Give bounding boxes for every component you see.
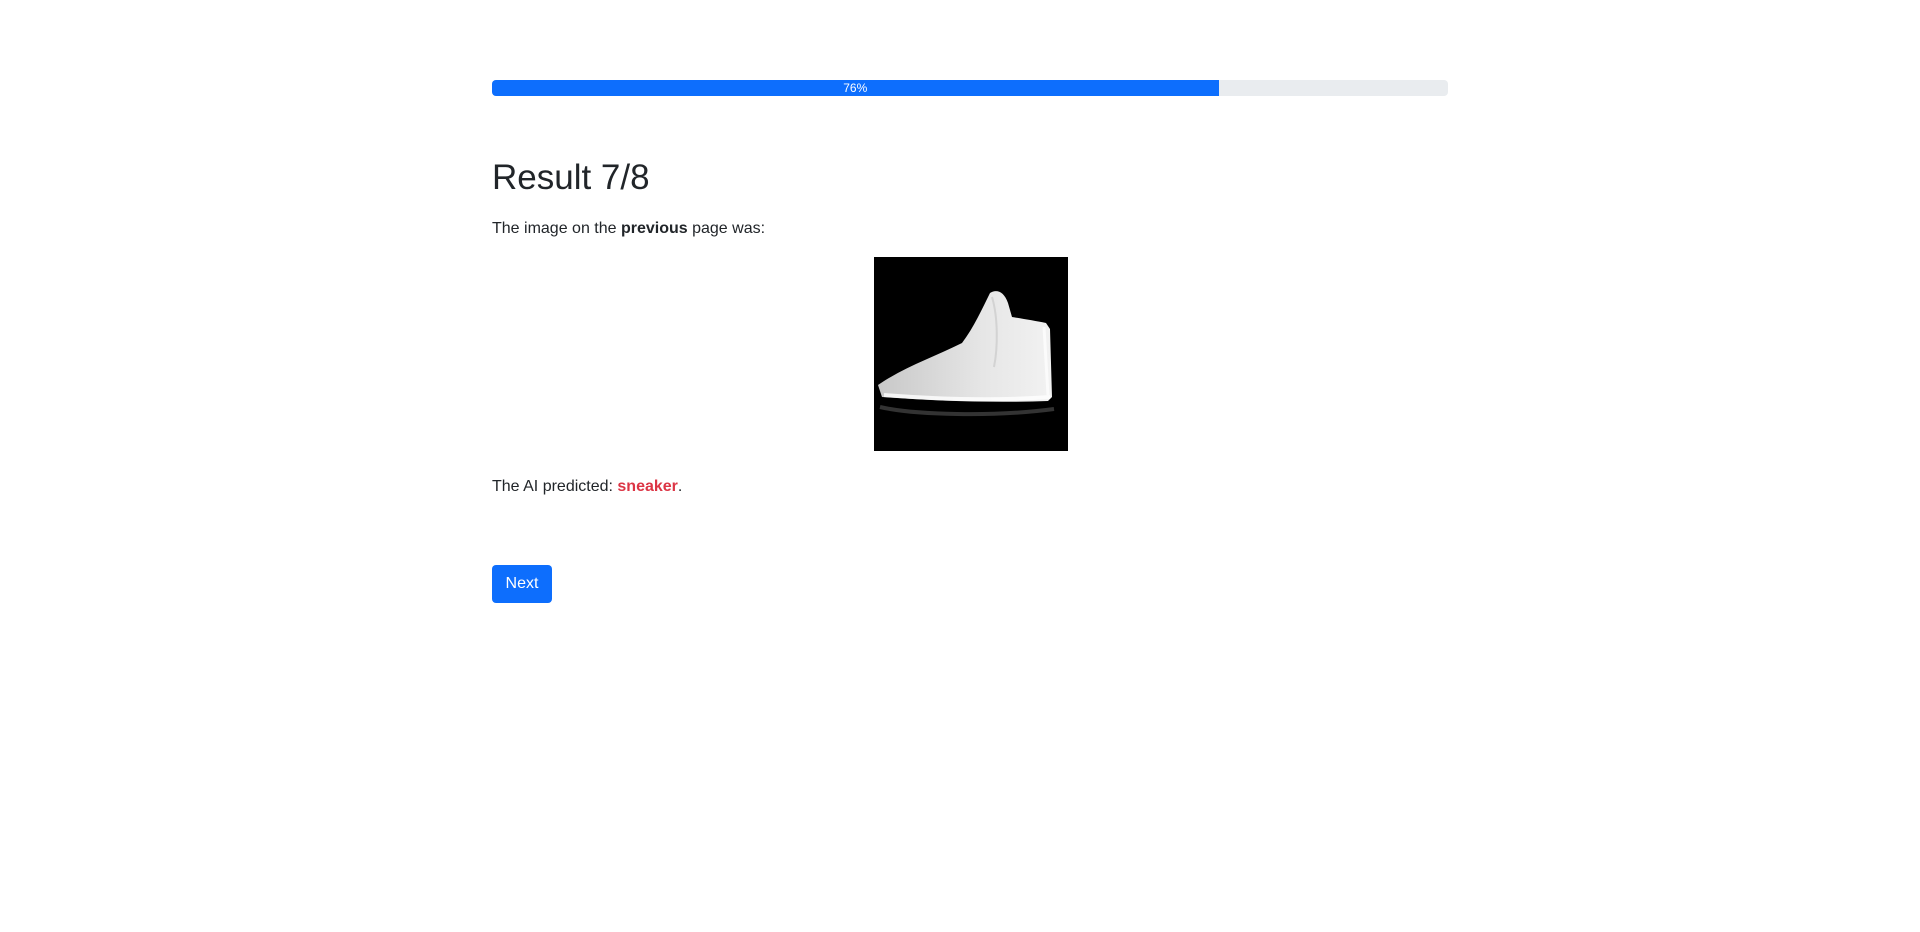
progress-bar: 76% xyxy=(492,80,1219,96)
prediction-prefix: The AI predicted: xyxy=(492,478,618,495)
next-button[interactable]: Next xyxy=(492,565,552,603)
sneaker-image xyxy=(874,257,1068,451)
prediction-label: sneaker xyxy=(617,478,678,495)
page-title: Result 7/8 xyxy=(492,158,650,197)
caption-text-after: page was: xyxy=(687,220,766,237)
prediction-text: The AI predicted: sneaker. xyxy=(492,475,682,499)
progress-track: 76% xyxy=(492,80,1448,96)
caption-bold-text: previous xyxy=(620,220,688,237)
prediction-suffix: . xyxy=(677,478,683,495)
caption-text-before: The image on the xyxy=(492,220,621,237)
previous-image-caption: The image on the previous page was: xyxy=(492,217,765,241)
